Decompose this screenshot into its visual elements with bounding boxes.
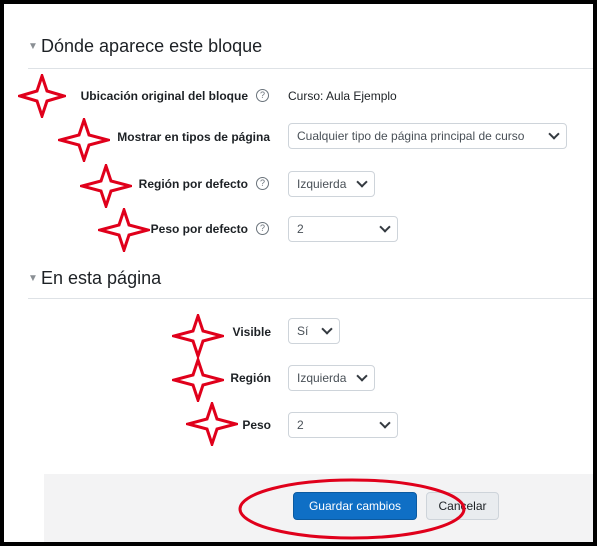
collapse-triangle-icon[interactable]: ▼ — [28, 41, 38, 52]
chevron-down-icon — [356, 370, 368, 382]
annotation-star-icon — [172, 358, 224, 402]
select-value: Izquierda — [297, 177, 347, 191]
default-region-select[interactable]: Izquierda — [288, 171, 375, 197]
annotation-star-icon — [58, 118, 110, 162]
chevron-down-icon — [379, 221, 391, 233]
default-weight-label: Peso por defecto — [150, 222, 248, 236]
chevron-down-icon — [321, 323, 333, 335]
annotation-star-icon — [80, 164, 132, 208]
help-icon[interactable]: ? — [256, 89, 269, 102]
visible-select[interactable]: Sí — [288, 318, 340, 344]
annotation-ellipse-icon — [238, 478, 466, 540]
chevron-down-icon — [379, 417, 391, 429]
block-settings-form: ▼ Dónde aparece este bloque Ubicación or… — [4, 4, 593, 542]
help-icon[interactable]: ? — [256, 222, 269, 235]
divider — [28, 68, 593, 69]
annotation-star-icon — [172, 314, 224, 358]
select-value: 2 — [297, 222, 304, 236]
section-title: Dónde aparece este bloque — [41, 36, 263, 56]
original-location-label: Ubicación original del bloque — [80, 89, 248, 103]
divider — [28, 298, 593, 299]
chevron-down-icon — [548, 128, 560, 140]
page-types-select[interactable]: Cualquier tipo de página principal de cu… — [288, 123, 567, 149]
weight-select[interactable]: 2 — [288, 412, 398, 438]
annotation-star-icon — [18, 74, 66, 118]
select-value: Sí — [297, 324, 309, 338]
annotation-star-icon — [186, 402, 238, 446]
section-header-this-page[interactable]: ▼ En esta página — [28, 268, 161, 289]
section-title: En esta página — [41, 268, 162, 288]
region-label: Región — [230, 371, 271, 385]
page-types-label: Mostrar en tipos de página — [117, 130, 270, 144]
select-value: Izquierda — [297, 371, 347, 385]
section-header-where[interactable]: ▼ Dónde aparece este bloque — [28, 36, 262, 57]
select-value: 2 — [297, 418, 304, 432]
chevron-down-icon — [356, 176, 368, 188]
help-icon[interactable]: ? — [256, 177, 269, 190]
select-value: Cualquier tipo de página principal de cu… — [297, 129, 525, 143]
original-location-value: Curso: Aula Ejemplo — [288, 89, 397, 103]
region-select[interactable]: Izquierda — [288, 365, 375, 391]
collapse-triangle-icon[interactable]: ▼ — [28, 273, 38, 284]
visible-label: Visible — [232, 325, 271, 339]
weight-label: Peso — [242, 418, 271, 432]
default-region-label: Región por defecto — [138, 177, 248, 191]
default-weight-select[interactable]: 2 — [288, 216, 398, 242]
annotation-star-icon — [98, 208, 150, 252]
